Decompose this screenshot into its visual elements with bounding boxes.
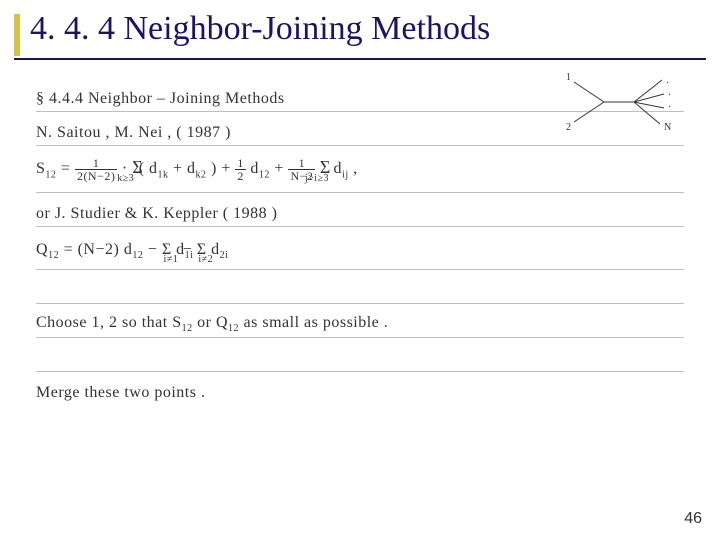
note-text: Merge these two points .	[36, 384, 684, 402]
note-line: Merge these two points .	[36, 372, 684, 405]
slide: 4. 4. 4 Neighbor-Joining Methods § 4.4.4…	[0, 0, 720, 540]
note-line: Q12 = (N−2) d12 − Σ d1ii≠1 − Σ d2ii≠2	[36, 227, 684, 270]
note-line	[36, 270, 684, 304]
title-underline	[14, 58, 706, 60]
svg-text:·: ·	[666, 78, 669, 89]
handwritten-notes: § 4.4.4 Neighbor – Joining Methods 1 2 N…	[36, 78, 684, 488]
note-line: N. Saitou , M. Nei , ( 1987 )	[36, 112, 684, 146]
formula-s12: S12 = 12(N−2) · Σk≥3 ( d1k + dk2 ) + 12 …	[36, 157, 684, 182]
note-text: Choose 1, 2 so that S12 or Q12 as small …	[36, 314, 684, 334]
slide-title: 4. 4. 4 Neighbor-Joining Methods	[30, 10, 490, 48]
accent-bar	[14, 14, 20, 56]
note-text: N. Saitou , M. Nei , ( 1987 )	[36, 124, 684, 142]
page-number: 46	[684, 510, 702, 528]
note-line: S12 = 12(N−2) · Σk≥3 ( d1k + dk2 ) + 12 …	[36, 146, 684, 193]
note-line: Choose 1, 2 so that S12 or Q12 as small …	[36, 304, 684, 338]
note-line: § 4.4.4 Neighbor – Joining Methods 1 2 N…	[36, 78, 684, 112]
tree-label-1: 1	[566, 72, 571, 83]
note-line	[36, 338, 684, 372]
formula-q12: Q12 = (N−2) d12 − Σ d1ii≠1 − Σ d2ii≠2	[36, 241, 684, 261]
note-text: or J. Studier & K. Keppler ( 1988 )	[36, 205, 684, 223]
note-line: or J. Studier & K. Keppler ( 1988 )	[36, 193, 684, 227]
svg-text:·: ·	[668, 90, 671, 101]
